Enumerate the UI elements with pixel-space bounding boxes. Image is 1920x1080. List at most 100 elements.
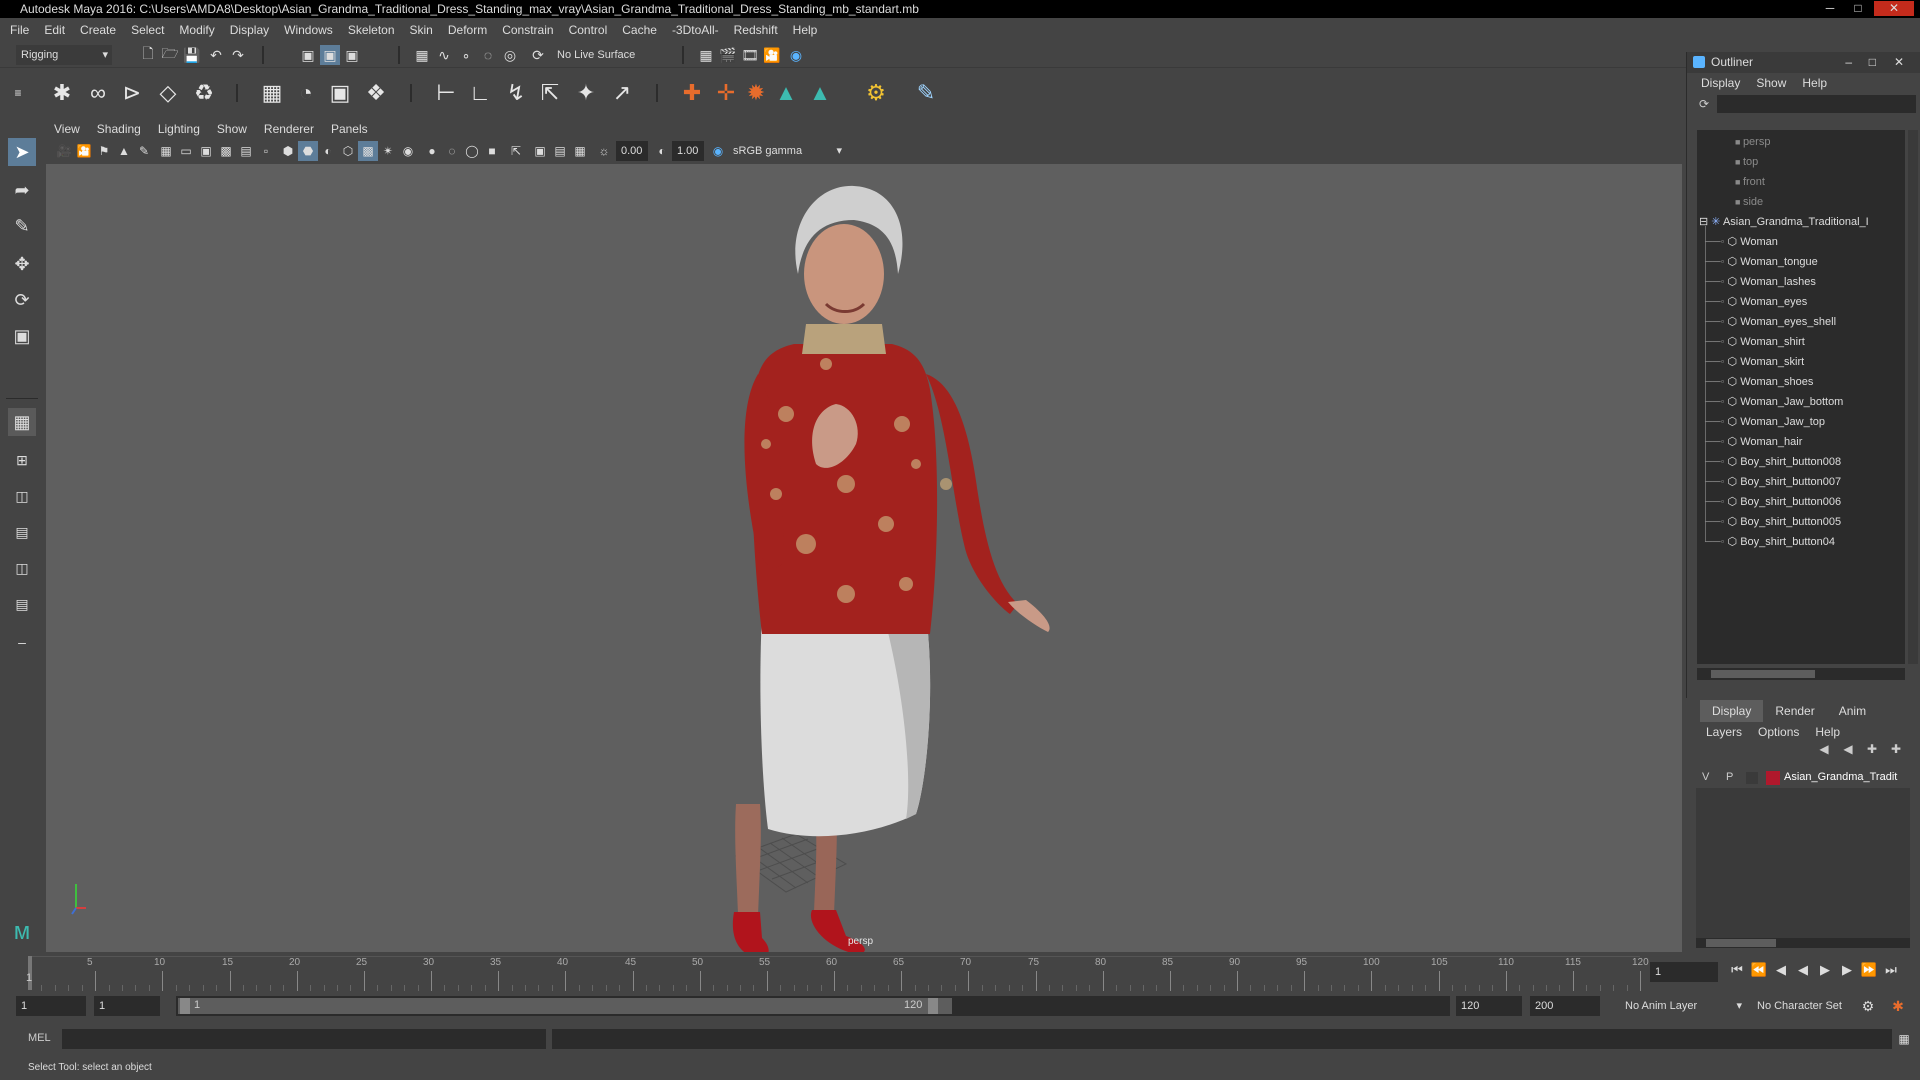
outliner-list[interactable]: ■ persp ■ top ■ front ■ side ⊟ ✳ Asian_Grand… [1697, 130, 1905, 664]
layer-name[interactable]: Asian_Grandma_Tradit [1784, 771, 1897, 783]
aim-constraint-icon[interactable]: ✦ [570, 77, 602, 109]
outliner-mesh-row[interactable]: ──◦ ⬡ Woman_eyes_shell [1705, 312, 1836, 332]
default-material-icon[interactable]: ◐ [318, 141, 338, 161]
outliner-mesh-row[interactable]: ──◦ ⬡ Boy_shirt_button006 [1705, 492, 1841, 512]
minimize-icon[interactable]: – [1845, 52, 1852, 73]
motion-blur-icon[interactable]: ◌ [442, 141, 462, 161]
outliner-camera-row[interactable]: ■ side [1735, 192, 1763, 212]
scale-tool-icon[interactable]: ▣ [8, 322, 36, 350]
step-back-frame-icon[interactable]: ◀ [1770, 962, 1792, 978]
range-start-handle[interactable] [180, 998, 190, 1014]
smooth-shade-icon[interactable]: ⬣ [298, 141, 318, 161]
step-forward-frame-icon[interactable]: ▶ [1836, 962, 1858, 978]
render-settings-icon[interactable]: ▦ [696, 45, 716, 65]
new-scene-icon[interactable]: 🗋 [138, 45, 158, 65]
range-slider[interactable]: 1 120 [176, 996, 1450, 1016]
safe-action-icon[interactable]: ▫ [256, 141, 276, 161]
wireframe-icon[interactable]: ⬢ [278, 141, 298, 161]
viewport-menu-item[interactable]: View [54, 122, 80, 136]
xray-components-icon[interactable]: ▦ [570, 141, 590, 161]
view-transform-dropdown[interactable]: sRGB gamma ▾ [728, 141, 848, 161]
outliner-camera-row[interactable]: ■ persp [1735, 132, 1770, 152]
current-frame-field[interactable]: 1 [1650, 962, 1718, 982]
hypershade-icon[interactable]: ◉ [786, 45, 806, 65]
lattice-icon[interactable]: ▣ [324, 77, 356, 109]
render-frame-icon[interactable]: 🎦 [762, 45, 782, 65]
animation-prefs-icon[interactable]: ✱ [1888, 996, 1908, 1016]
viewport-menu-item[interactable]: Show [217, 122, 247, 136]
outliner-mesh-row[interactable]: ──◦ ⬡ Boy_shirt_button007 [1705, 472, 1841, 492]
locator-icon[interactable]: ✚ [676, 77, 708, 109]
wireframe-on-shaded-icon[interactable]: ⬡ [338, 141, 358, 161]
auto-key-icon[interactable]: ⚙ [1858, 996, 1878, 1016]
menu-item[interactable]: Display [230, 23, 269, 37]
shelf-menu-icon[interactable]: ≡ [10, 77, 26, 109]
menu-item[interactable]: Constrain [502, 23, 553, 37]
move-layer-down-icon[interactable]: ◀ [1836, 742, 1860, 756]
grease-pencil-icon[interactable]: ✎ [134, 141, 154, 161]
visibility-toggle[interactable]: V [1702, 771, 1709, 783]
play-backwards-icon[interactable]: ◀ [1792, 962, 1814, 978]
menu-item[interactable]: Edit [44, 23, 65, 37]
viewport-menu-item[interactable]: Shading [97, 122, 141, 136]
layer-row[interactable]: V P Asian_Grandma_Tradit [1696, 768, 1910, 788]
image-plane-icon[interactable]: ▲ [114, 141, 134, 161]
lasso-tool-icon[interactable]: ➦ [8, 176, 36, 204]
menu-item[interactable]: Deform [448, 23, 487, 37]
command-language-label[interactable]: MEL [28, 1032, 51, 1044]
move-layer-up-icon[interactable]: ◀ [1812, 742, 1836, 756]
bind-skin-icon[interactable]: ▦ [256, 77, 288, 109]
undo-icon[interactable]: ↶ [206, 45, 226, 65]
character-set-dropdown[interactable]: No Character Set [1752, 996, 1870, 1016]
select-tool-icon[interactable]: ➤ [8, 138, 36, 166]
mirror-joint-icon[interactable]: ♻ [188, 77, 220, 109]
outliner-mesh-row[interactable]: ──◦ ⬡ Woman_hair [1705, 432, 1802, 452]
snap-view-icon[interactable]: ◌ [478, 45, 498, 65]
scrollbar-thumb[interactable] [1711, 670, 1815, 678]
move-tool-icon[interactable]: ✥ [8, 250, 36, 278]
parent-constraint-icon[interactable]: ⊢ [430, 77, 462, 109]
xray-icon[interactable]: ▣ [530, 141, 550, 161]
display-type-toggle[interactable] [1746, 772, 1758, 784]
menu-item[interactable]: -3DtoAll- [672, 23, 719, 37]
film-gate-icon[interactable]: ▭ [176, 141, 196, 161]
anti-aliasing-icon[interactable]: ◯ [462, 141, 482, 161]
rotate-tool-icon[interactable]: ⟳ [8, 286, 36, 314]
layout-dash-icon[interactable]: – [8, 628, 36, 656]
outliner-vscrollbar[interactable] [1908, 130, 1918, 664]
resolution-gate-icon[interactable]: ▣ [196, 141, 216, 161]
hik-icon[interactable]: ✹ [740, 77, 772, 109]
outliner-mesh-row[interactable]: ──◦ ⬡ Woman_Jaw_bottom [1705, 392, 1843, 412]
outliner-menu-item[interactable]: Help [1802, 76, 1827, 90]
scale-constraint-icon[interactable]: ⇱ [534, 77, 566, 109]
menu-item[interactable]: Control [569, 23, 608, 37]
gate-mask-icon[interactable]: ▩ [216, 141, 236, 161]
layer-menu-item[interactable]: Options [1758, 725, 1799, 739]
menu-item[interactable]: Select [131, 23, 164, 37]
outliner-mesh-row[interactable]: ──◦ ⬡ Woman_shirt [1705, 332, 1805, 352]
outliner-mesh-row[interactable]: ──◦ ⬡ Woman_tongue [1705, 252, 1818, 272]
camera-attr-icon[interactable]: 🎦 [74, 141, 94, 161]
range-end-handle[interactable] [928, 998, 938, 1014]
viewport-menu-item[interactable]: Panels [331, 122, 368, 136]
live-surface-field[interactable]: No Live Surface [552, 45, 646, 65]
shadows-icon[interactable]: ◉ [398, 141, 418, 161]
menu-item[interactable]: Modify [179, 23, 214, 37]
snap-grid-icon[interactable]: ▦ [412, 45, 432, 65]
color-management-icon[interactable]: ◉ [708, 141, 728, 161]
four-view-icon[interactable]: ⊞ [8, 446, 36, 474]
paint-tool-icon[interactable]: ✎ [910, 77, 942, 109]
menu-item[interactable]: Windows [284, 23, 333, 37]
minimize-icon[interactable]: ─ [1818, 1, 1842, 16]
time-slider[interactable]: 5 10 15 20 25 30 35 40 45 50 55 60 65 70 75 80 85 90 95 100… [0, 952, 1920, 992]
paint-weights-icon[interactable]: ◔ [290, 77, 322, 109]
new-layer-selected-icon[interactable]: ✚ [1884, 742, 1908, 756]
outliner-mesh-row[interactable]: ──◦ ⬡ Woman [1705, 232, 1778, 252]
point-constraint-icon[interactable]: ∟ [464, 77, 496, 109]
side-by-side-icon[interactable]: ◫ [8, 482, 36, 510]
gamma-field[interactable]: 1.00 [672, 141, 704, 161]
xray-joints-icon[interactable]: ▤ [550, 141, 570, 161]
paint-select-icon[interactable]: ✎ [8, 212, 36, 240]
field-chart-icon[interactable]: ▤ [236, 141, 256, 161]
viewport-menu-item[interactable]: Lighting [158, 122, 200, 136]
